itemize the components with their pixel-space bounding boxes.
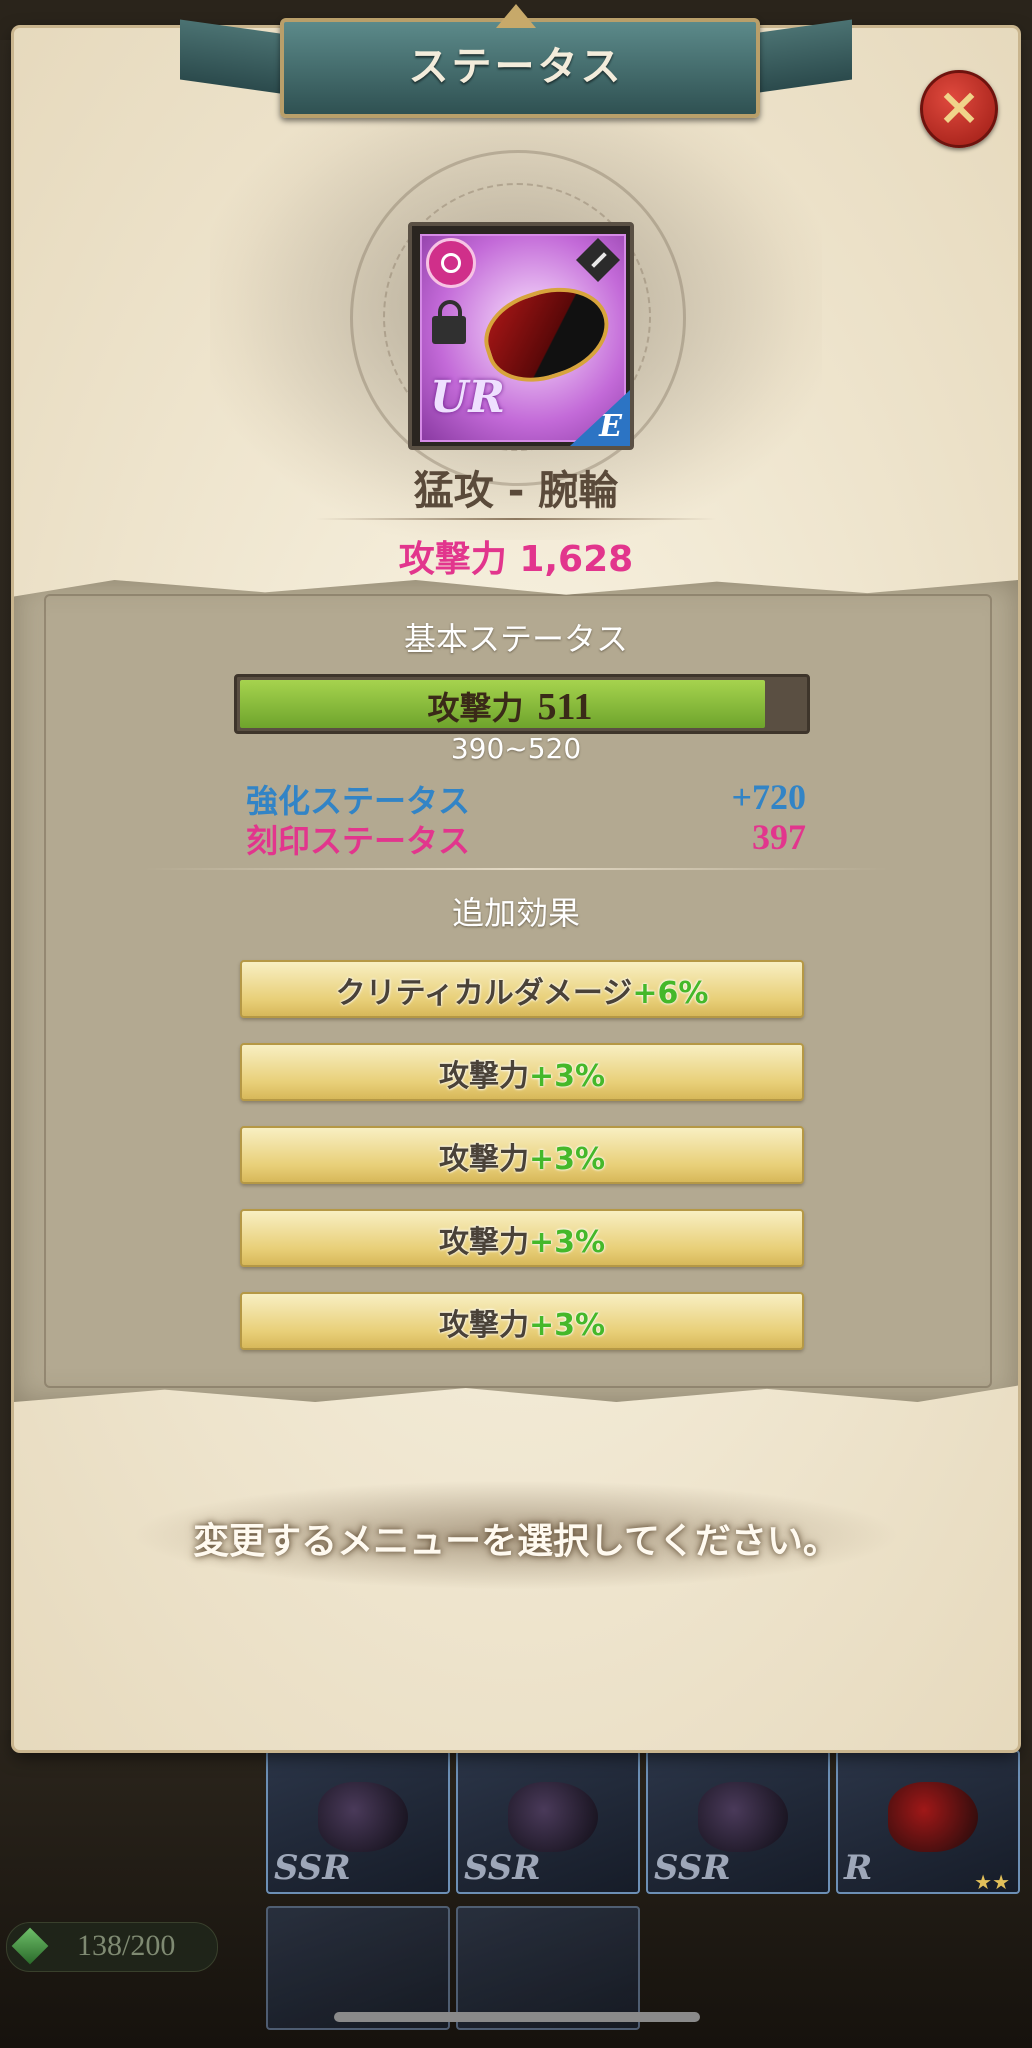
effect-row: 攻撃力+3% [240,1292,804,1350]
bracelet-icon [888,1782,978,1852]
menu-prompt: 変更するメニューを選択してください。 [193,1521,839,1562]
effect-row: 攻撃力+3% [240,1209,804,1267]
base-status-title: 基本ステータス [403,620,628,658]
crest-icon [496,4,536,28]
inventory-count: 138/200 [77,1929,176,1962]
enhance-status-row: 強化ステータス +720 [246,776,806,820]
dialog-title: ステータス [408,44,624,90]
bracelet-icon [698,1782,788,1852]
close-button[interactable]: × [920,70,998,148]
inventory-counter: 138/200 [6,1922,218,1972]
inventory-slot[interactable]: SSR [266,1750,450,1894]
flame-attribute-icon [426,238,476,288]
slot-rarity: SSR [464,1848,541,1888]
effect-row: クリティカルダメージ+6% [240,960,804,1018]
attack-stat-bar-label: 攻撃力 511 [240,683,780,729]
bracelet-icon [508,1782,598,1852]
effect-name: クリティカルダメージ [335,976,633,1011]
effect-name: 攻撃力 [438,1059,529,1094]
effect-value: +3% [528,1059,606,1094]
effect-row: 攻撃力+3% [240,1126,804,1184]
inventory-slot[interactable]: SSR [456,1750,640,1894]
enhance-status-value: +720 [731,777,806,817]
total-attack: 攻撃力 1,628 [398,539,634,580]
bracelet-icon [318,1782,408,1852]
inventory-area: SSR SSR SSR R ★★ [0,1730,1032,2048]
inventory-slot[interactable]: R ★★ [836,1750,1020,1894]
star-rating-icon: ★★ [974,1870,1010,1894]
engrave-status-value: 397 [752,817,806,857]
gem-icon [11,1927,49,1965]
section-divider [144,868,888,870]
home-indicator[interactable] [334,2012,700,2022]
title-banner: ステータス [180,4,852,118]
close-x-icon: × [937,77,981,137]
slot-rarity: R [844,1848,873,1888]
item-card: UR E [408,222,634,450]
effect-value: +3% [528,1225,606,1260]
effect-value: +3% [528,1308,606,1343]
effect-row: 攻撃力+3% [240,1043,804,1101]
attack-stat-bar: 攻撃力 511 [234,674,810,734]
effect-value: +6% [632,976,709,1011]
effect-name: 攻撃力 [438,1308,529,1343]
lock-icon[interactable] [432,300,466,344]
attack-stat-value: 511 [537,686,593,728]
stats-panel: 基本ステータス 攻撃力 511 390~520 強化ステータス +720 刻印ステ… [14,580,1018,1402]
attack-stat-label: 攻撃力 [427,689,524,727]
name-divider [316,518,716,520]
engrave-status-row: 刻印ステータス 397 [246,816,806,860]
rarity-badge: UR [430,372,505,423]
effect-name: 攻撃力 [438,1225,529,1260]
engrave-status-label: 刻印ステータス [246,822,471,860]
additional-effects-title: 追加効果 [451,894,580,932]
game-scene: SSR SSR SSR R ★★ 138/200 ステータス × UR E 猛攻… [0,0,1032,2048]
inventory-slot[interactable]: SSR [646,1750,830,1894]
slot-rarity: SSR [274,1848,351,1888]
item-name: 猛攻 - 腕輪 [413,468,619,514]
stat-range: 390~520 [450,732,582,765]
slot-rarity: SSR [654,1848,731,1888]
effect-value: +3% [528,1142,606,1177]
effect-name: 攻撃力 [438,1142,529,1177]
